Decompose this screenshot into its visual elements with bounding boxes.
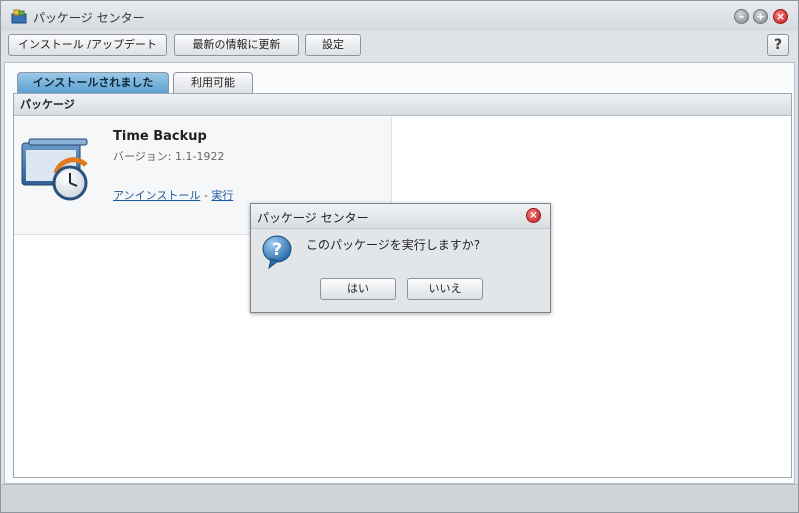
install-update-button[interactable]: インストール /アップデート — [8, 34, 167, 56]
svg-text:?: ? — [272, 240, 282, 260]
maximize-button[interactable]: + — [753, 9, 768, 24]
uninstall-link[interactable]: アンインストール — [113, 189, 200, 202]
dialog-title: パッケージ センター — [257, 211, 369, 225]
close-icon: × — [775, 10, 786, 23]
package-name: Time Backup — [113, 129, 207, 144]
settings-button[interactable]: 設定 — [305, 34, 361, 56]
status-bar — [1, 484, 798, 512]
question-icon: ? — [262, 235, 292, 270]
titlebar: パッケージ センター – + × — [1, 1, 798, 31]
package-center-icon — [11, 9, 27, 24]
run-link[interactable]: 実行 — [211, 189, 233, 202]
minimize-button[interactable]: – — [734, 9, 749, 24]
minimize-icon: – — [738, 10, 745, 23]
tab-available[interactable]: 利用可能 — [173, 72, 253, 93]
link-separator: - — [203, 189, 208, 202]
close-icon: × — [529, 210, 538, 221]
plus-icon: + — [755, 10, 766, 23]
dialog-close-button[interactable]: × — [526, 208, 541, 223]
confirm-dialog: パッケージ センター × ? このパッケージを実行しますか? はい いいえ — [250, 203, 551, 313]
refresh-button[interactable]: 最新の情報に更新 — [174, 34, 299, 56]
package-actions: アンインストール - 実行 — [113, 187, 233, 203]
tab-installed[interactable]: インストールされました — [17, 72, 169, 93]
help-button[interactable]: ? — [767, 34, 789, 56]
package-version: バージョン: 1.1-1922 — [113, 150, 225, 163]
close-button[interactable]: × — [773, 9, 788, 24]
dialog-message: このパッケージを実行しますか? — [306, 238, 481, 252]
panel-header: パッケージ — [14, 94, 791, 116]
no-button[interactable]: いいえ — [407, 278, 483, 300]
window-title: パッケージ センター — [33, 11, 145, 25]
dialog-titlebar: パッケージ センター × — [251, 204, 550, 229]
yes-button[interactable]: はい — [320, 278, 396, 300]
time-backup-icon — [21, 138, 88, 201]
toolbar: インストール /アップデート 最新の情報に更新 設定 ? — [1, 31, 798, 61]
